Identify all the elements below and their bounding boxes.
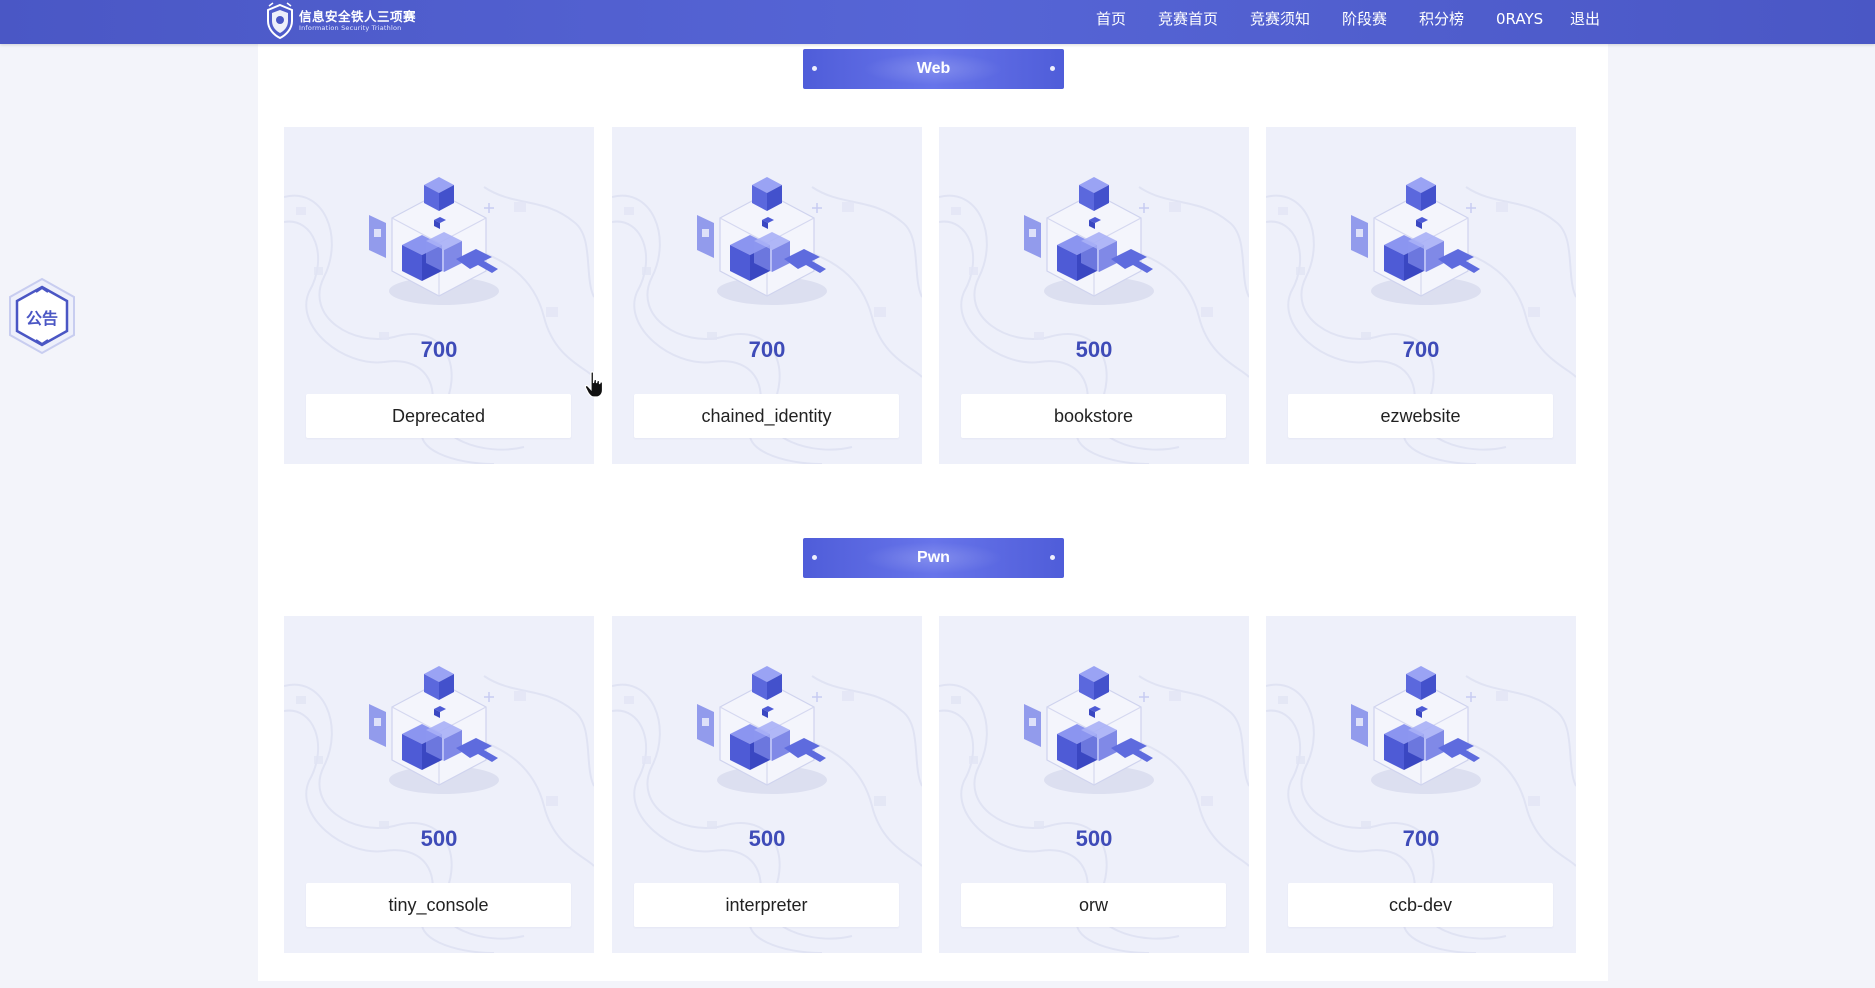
isometric-cube-icon bbox=[1346, 163, 1496, 313]
nav-contest-home[interactable]: 竞赛首页 bbox=[1158, 0, 1218, 44]
top-nav-bar: 信息安全铁人三项赛 Information Security Triathlon… bbox=[0, 0, 1875, 44]
challenge-points: 700 bbox=[420, 337, 458, 362]
isometric-cube-icon bbox=[364, 652, 514, 802]
hand-pointer-icon bbox=[584, 371, 604, 398]
section-banner-pwn: Pwn bbox=[803, 538, 1064, 578]
challenge-points: 700 bbox=[748, 337, 786, 362]
nav-contest-rules[interactable]: 竞赛须知 bbox=[1250, 0, 1310, 44]
challenge-name[interactable]: tiny_console bbox=[306, 883, 571, 927]
challenge-card-ezwebsite[interactable]: 700 ezwebsite bbox=[1266, 127, 1576, 464]
section-title-pwn: Pwn bbox=[917, 549, 950, 566]
isometric-cube-icon bbox=[692, 163, 842, 313]
challenge-card-deprecated[interactable]: 700 Deprecated bbox=[284, 127, 594, 464]
challenge-points: 700 bbox=[1402, 337, 1440, 362]
isometric-cube-icon bbox=[1019, 163, 1169, 313]
nav-logout[interactable]: 退出 bbox=[1570, 0, 1600, 44]
challenge-name[interactable]: orw bbox=[961, 883, 1226, 927]
nav-team-name[interactable]: 0RAYS bbox=[1496, 0, 1543, 44]
challenge-name[interactable]: ccb-dev bbox=[1288, 883, 1553, 927]
challenge-points: 500 bbox=[1075, 826, 1113, 851]
banner-dot-right bbox=[1050, 66, 1055, 71]
nav-home[interactable]: 首页 bbox=[1096, 0, 1126, 44]
challenge-card-bookstore[interactable]: 500 bookstore bbox=[939, 127, 1249, 464]
challenge-panel: Web 700 Deprecated 700 chained_identity … bbox=[258, 44, 1608, 981]
challenge-name[interactable]: bookstore bbox=[961, 394, 1226, 438]
challenge-name[interactable]: Deprecated bbox=[306, 394, 571, 438]
logo-subtitle: Information Security Triathlon bbox=[299, 24, 402, 32]
banner-dot-left bbox=[812, 66, 817, 71]
challenge-card-chained-identity[interactable]: 700 chained_identity bbox=[612, 127, 922, 464]
challenge-card-tiny-console[interactable]: 500 tiny_console bbox=[284, 616, 594, 953]
challenge-card-ccb-dev[interactable]: 700 ccb-dev bbox=[1266, 616, 1576, 953]
challenge-card-interpreter[interactable]: 500 interpreter bbox=[612, 616, 922, 953]
isometric-cube-icon bbox=[692, 652, 842, 802]
banner-dot-left bbox=[812, 555, 817, 560]
isometric-cube-icon bbox=[364, 163, 514, 313]
nav-stage-contest[interactable]: 阶段赛 bbox=[1342, 0, 1387, 44]
challenge-card-orw[interactable]: 500 orw bbox=[939, 616, 1249, 953]
logo-title: 信息安全铁人三项赛 bbox=[299, 8, 417, 24]
section-banner-web: Web bbox=[803, 49, 1064, 89]
challenge-points: 700 bbox=[1402, 826, 1440, 851]
isometric-cube-icon bbox=[1019, 652, 1169, 802]
challenge-points: 500 bbox=[1075, 337, 1113, 362]
banner-dot-right bbox=[1050, 555, 1055, 560]
challenge-name[interactable]: ezwebsite bbox=[1288, 394, 1553, 438]
announcement-button[interactable]: 公告 bbox=[5, 276, 79, 356]
challenge-points: 500 bbox=[420, 826, 458, 851]
section-title-web: Web bbox=[916, 60, 951, 77]
challenge-name[interactable]: interpreter bbox=[634, 883, 899, 927]
isometric-cube-icon bbox=[1346, 652, 1496, 802]
challenge-points: 500 bbox=[748, 826, 786, 851]
nav-scoreboard[interactable]: 积分榜 bbox=[1419, 0, 1464, 44]
site-logo[interactable]: 信息安全铁人三项赛 Information Security Triathlon bbox=[265, 2, 425, 40]
announcement-label: 公告 bbox=[25, 309, 58, 328]
challenge-name[interactable]: chained_identity bbox=[634, 394, 899, 438]
shield-emblem-icon bbox=[267, 2, 293, 40]
